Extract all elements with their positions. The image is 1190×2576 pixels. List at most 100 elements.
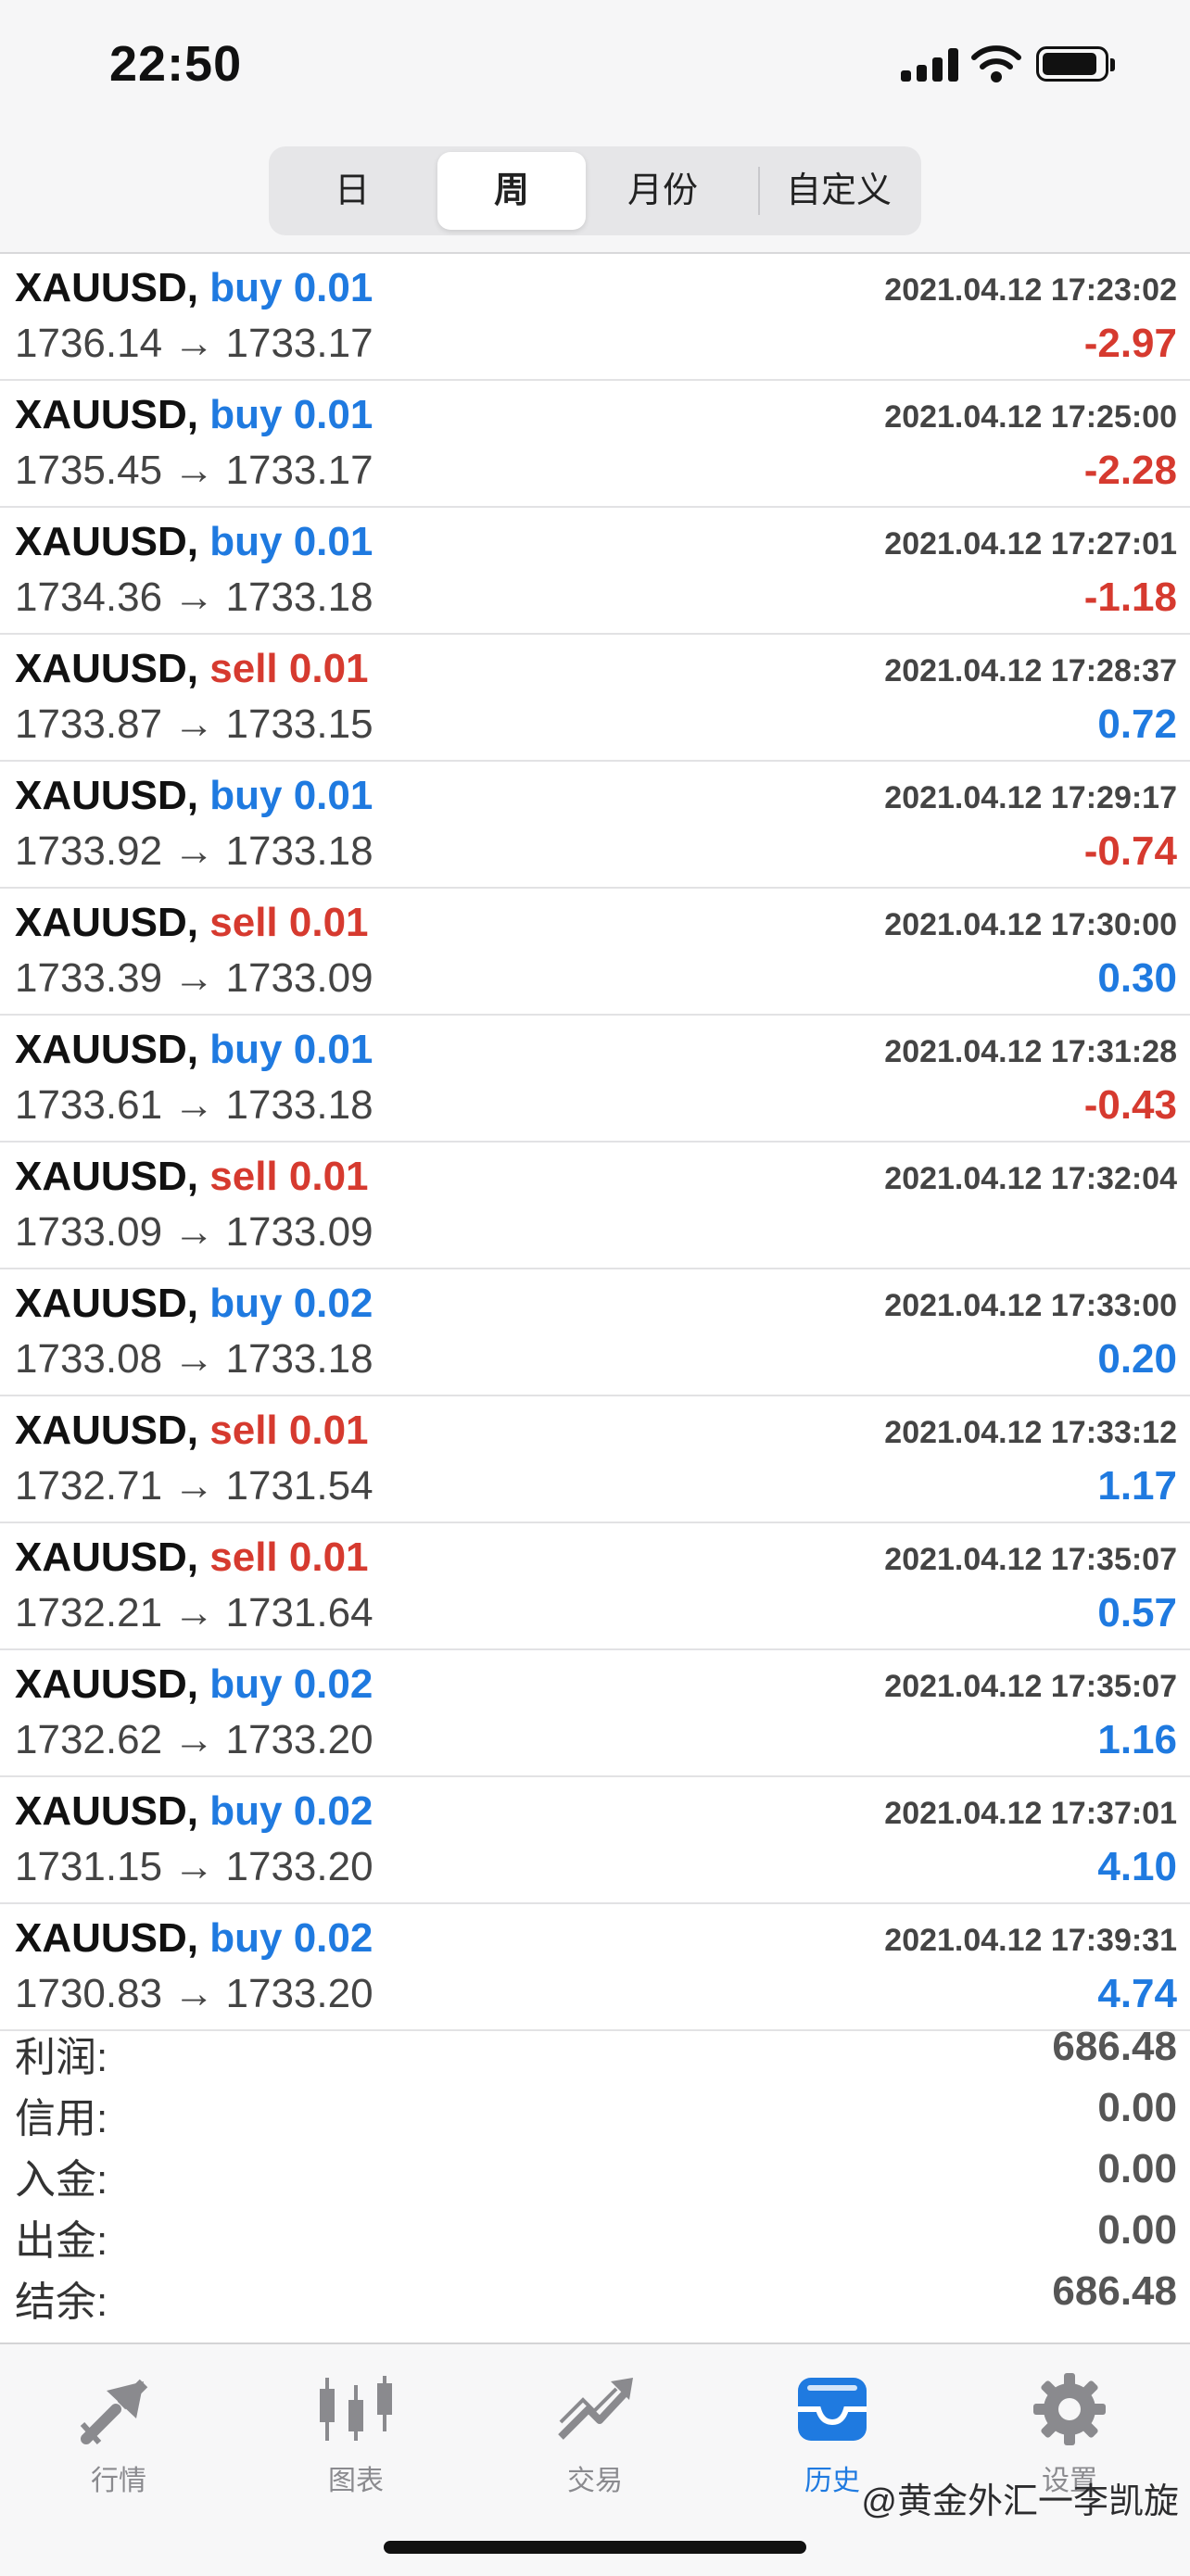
history-inbox-icon xyxy=(798,2378,867,2441)
account-summary: 利润: 686.48 信用: 0.00 入金: 0.00 出金: 0.00 结余: 686.48 xyxy=(0,2018,1190,2325)
summary-label: 结余: xyxy=(15,2279,108,2325)
trade-side-volume: buy 0.02 xyxy=(209,1788,373,1834)
trade-side-volume: buy 0.01 xyxy=(209,519,373,564)
trade-time: 2021.04.12 17:23:02 xyxy=(884,272,1177,308)
symbol-label: XAUUSD, xyxy=(15,1408,199,1453)
trade-open-close-prices: 1733.09 → 1733.09 xyxy=(15,1209,373,1255)
tab-label: 交易 xyxy=(567,2466,623,2496)
trade-symbol: XAUUSD, buy 0.01 xyxy=(15,1027,373,1073)
trade-side-volume: buy 0.01 xyxy=(209,1027,373,1072)
trade-profit: -0.74 xyxy=(1083,828,1177,874)
trade-row[interactable]: XAUUSD, buy 0.01 1734.36 → 1733.18 2021.04… xyxy=(0,508,1190,635)
trade-open-close-prices: 1733.87 → 1733.15 xyxy=(15,701,373,747)
summary-label: 出金: xyxy=(15,2218,108,2264)
trade-symbol: XAUUSD, buy 0.01 xyxy=(15,773,373,819)
tab-quotes[interactable]: 行情 xyxy=(26,2363,211,2498)
summary-label: 信用: xyxy=(15,2096,108,2141)
trade-row[interactable]: XAUUSD, sell 0.01 1733.87 → 1733.15 2021.0… xyxy=(0,635,1190,762)
summary-row: 信用: 0.00 xyxy=(0,2079,1190,2141)
trade-profit: 4.10 xyxy=(1097,1844,1177,1889)
wifi-icon xyxy=(971,45,1021,82)
tab-trade[interactable]: 交易 xyxy=(502,2363,688,2498)
symbol-label: XAUUSD, xyxy=(15,1534,199,1580)
trade-symbol: XAUUSD, buy 0.02 xyxy=(15,1661,373,1708)
trade-time: 2021.04.12 17:31:28 xyxy=(884,1034,1177,1069)
summary-value: 0.00 xyxy=(1097,2146,1177,2191)
trade-row[interactable]: XAUUSD, buy 0.02 1731.15 → 1733.20 2021.04… xyxy=(0,1777,1190,1904)
trade-side-volume: sell 0.01 xyxy=(209,646,369,691)
trade-side-volume: sell 0.01 xyxy=(209,1534,369,1580)
trade-time: 2021.04.12 17:27:01 xyxy=(884,526,1177,562)
summary-label: 入金: xyxy=(15,2157,108,2203)
trade-time: 2021.04.12 17:28:37 xyxy=(884,653,1177,688)
battery-icon xyxy=(1036,46,1115,82)
trade-open-close-prices: 1735.45 → 1733.17 xyxy=(15,448,373,493)
trade-row[interactable]: XAUUSD, buy 0.01 1733.92 → 1733.18 2021.04… xyxy=(0,762,1190,889)
trade-row[interactable]: XAUUSD, sell 0.01 1732.71 → 1731.54 2021.0… xyxy=(0,1396,1190,1523)
trade-side-volume: buy 0.02 xyxy=(209,1661,373,1707)
symbol-label: XAUUSD, xyxy=(15,1027,199,1072)
trade-open-close-prices: 1732.21 → 1731.64 xyxy=(15,1590,373,1635)
trade-time: 2021.04.12 17:25:00 xyxy=(884,399,1177,435)
segment-week[interactable]: 周 xyxy=(437,152,586,230)
trade-symbol: XAUUSD, sell 0.01 xyxy=(15,646,369,692)
tab-chart[interactable]: 图表 xyxy=(263,2363,449,2498)
symbol-label: XAUUSD, xyxy=(15,1661,199,1707)
quotes-arrows-icon xyxy=(80,2379,148,2445)
trade-profit: 0.30 xyxy=(1097,955,1177,1001)
trade-time: 2021.04.12 17:29:17 xyxy=(884,780,1177,815)
trade-row[interactable]: XAUUSD, buy 0.01 1735.45 → 1733.17 2021.04… xyxy=(0,381,1190,508)
trade-side-volume: buy 0.02 xyxy=(209,1915,373,1961)
symbol-label: XAUUSD, xyxy=(15,900,199,945)
trade-symbol: XAUUSD, buy 0.01 xyxy=(15,265,373,311)
symbol-label: XAUUSD, xyxy=(15,392,199,437)
trade-symbol: XAUUSD, sell 0.01 xyxy=(15,1154,369,1200)
symbol-label: XAUUSD, xyxy=(15,1915,199,1961)
summary-row: 出金: 0.00 xyxy=(0,2202,1190,2264)
trade-open-close-prices: 1733.92 → 1733.18 xyxy=(15,828,373,874)
trade-profit: 0.57 xyxy=(1097,1590,1177,1635)
trade-time: 2021.04.12 17:33:12 xyxy=(884,1415,1177,1450)
symbol-label: XAUUSD, xyxy=(15,265,199,310)
trade-profit: -1.18 xyxy=(1083,575,1177,620)
trade-trend-icon xyxy=(558,2378,633,2440)
trade-history-list: XAUUSD, buy 0.01 1736.14 → 1733.17 2021.04… xyxy=(0,254,1190,2031)
trade-row[interactable]: XAUUSD, buy 0.02 1732.62 → 1733.20 2021.04… xyxy=(0,1650,1190,1777)
trade-profit: 0.72 xyxy=(1097,701,1177,747)
period-segmented-control[interactable]: 日 周 月份 自定义 xyxy=(269,146,921,235)
trade-profit: 1.16 xyxy=(1097,1717,1177,1762)
trade-side-volume: sell 0.01 xyxy=(209,1154,369,1199)
segment-custom[interactable]: 自定义 xyxy=(762,152,916,230)
trade-row[interactable]: XAUUSD, sell 0.01 1733.09 → 1733.09 2021.0… xyxy=(0,1143,1190,1269)
trade-side-volume: sell 0.01 xyxy=(209,1408,369,1453)
tab-label: 行情 xyxy=(91,2466,146,2496)
trade-side-volume: buy 0.01 xyxy=(209,392,373,437)
trade-profit: 4.74 xyxy=(1097,1971,1177,2016)
trade-time: 2021.04.12 17:37:01 xyxy=(884,1796,1177,1831)
trade-open-close-prices: 1736.14 → 1733.17 xyxy=(15,321,373,366)
trade-row[interactable]: XAUUSD, sell 0.01 1732.21 → 1731.64 2021.0… xyxy=(0,1523,1190,1650)
summary-row: 入金: 0.00 xyxy=(0,2140,1190,2203)
trade-time: 2021.04.12 17:33:00 xyxy=(884,1288,1177,1323)
trade-side-volume: buy 0.02 xyxy=(209,1281,373,1326)
summary-value: 686.48 xyxy=(1052,2024,1177,2069)
symbol-label: XAUUSD, xyxy=(15,519,199,564)
trade-row[interactable]: XAUUSD, buy 0.02 1730.83 → 1733.20 2021.04… xyxy=(0,1904,1190,2031)
trade-time: 2021.04.12 17:35:07 xyxy=(884,1542,1177,1577)
summary-value: 0.00 xyxy=(1097,2085,1177,2130)
header: 22:50 日 周 月份 自定义 xyxy=(0,0,1190,254)
summary-row: 利润: 686.48 xyxy=(0,2018,1190,2080)
trade-row[interactable]: XAUUSD, buy 0.01 1733.61 → 1733.18 2021.04… xyxy=(0,1016,1190,1143)
trade-time: 2021.04.12 17:35:07 xyxy=(884,1669,1177,1704)
trade-row[interactable]: XAUUSD, buy 0.01 1736.14 → 1733.17 2021.04… xyxy=(0,254,1190,381)
trade-profit: -2.97 xyxy=(1083,321,1177,366)
trade-side-volume: buy 0.01 xyxy=(209,265,373,310)
trade-symbol: XAUUSD, buy 0.02 xyxy=(15,1281,373,1327)
segment-day[interactable]: 日 xyxy=(274,152,430,230)
trade-open-close-prices: 1734.36 → 1733.18 xyxy=(15,575,373,620)
trade-row[interactable]: XAUUSD, buy 0.02 1733.08 → 1733.18 2021.04… xyxy=(0,1269,1190,1396)
trade-row[interactable]: XAUUSD, sell 0.01 1733.39 → 1733.09 2021.0… xyxy=(0,889,1190,1016)
home-indicator[interactable] xyxy=(384,2541,806,2554)
segment-month[interactable]: 月份 xyxy=(589,152,736,230)
trade-open-close-prices: 1732.71 → 1731.54 xyxy=(15,1463,373,1509)
